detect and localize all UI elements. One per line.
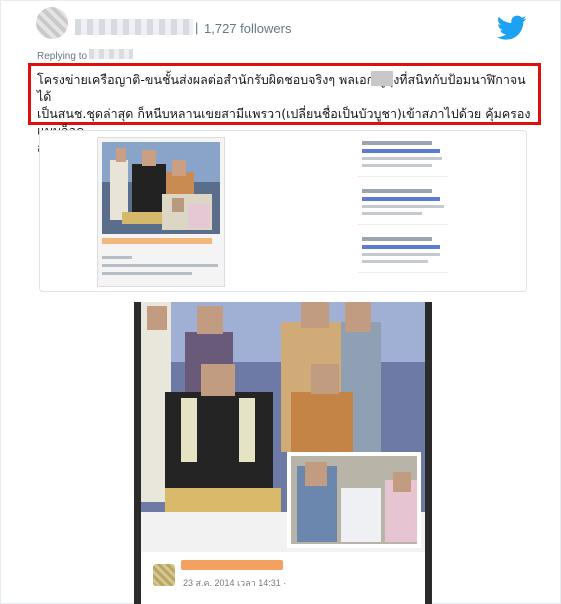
redacted-name: [371, 71, 393, 86]
poster-avatar[interactable]: [153, 564, 175, 586]
avatar[interactable]: [36, 7, 68, 39]
redacted-poster-name[interactable]: [181, 560, 283, 570]
text-line: [102, 272, 192, 275]
tweet-header: | 1,727 followers: [31, 5, 531, 49]
redacted-poster-name: [102, 238, 212, 244]
wedding-photo: [141, 302, 425, 552]
search-result: [358, 233, 448, 273]
search-result: [358, 185, 448, 225]
text-line: [102, 256, 132, 259]
search-results-screenshot[interactable]: [358, 137, 448, 285]
text-line: [102, 264, 218, 267]
follower-count: 1,727 followers: [204, 21, 292, 36]
redacted-reply-handle[interactable]: [89, 49, 133, 59]
attached-screenshots-card[interactable]: [39, 130, 527, 292]
twitter-bird-icon[interactable]: [497, 15, 527, 41]
main-photo[interactable]: 23 ส.ค. 2014 เวลา 14:31 ·: [134, 302, 432, 604]
post-date[interactable]: 23 ส.ค. 2014 เวลา 14:31 ·: [183, 576, 286, 590]
redacted-username[interactable]: [75, 19, 193, 35]
tweet-card: | 1,727 followers Replying to โครงข่ายเค…: [0, 0, 561, 604]
tweet-text-highlight: โครงข่ายเครือญาติ-ขนชั้นส่งผลต่อสำนักรับ…: [28, 63, 541, 155]
wedding-photo-thumbnail: [102, 142, 220, 234]
facebook-photo-post: 23 ส.ค. 2014 เวลา 14:31 ·: [141, 302, 425, 604]
replying-to-label: Replying to: [37, 51, 88, 62]
search-result: [358, 137, 448, 177]
facebook-post-screenshot[interactable]: [97, 137, 225, 287]
header-separator: |: [195, 20, 199, 35]
